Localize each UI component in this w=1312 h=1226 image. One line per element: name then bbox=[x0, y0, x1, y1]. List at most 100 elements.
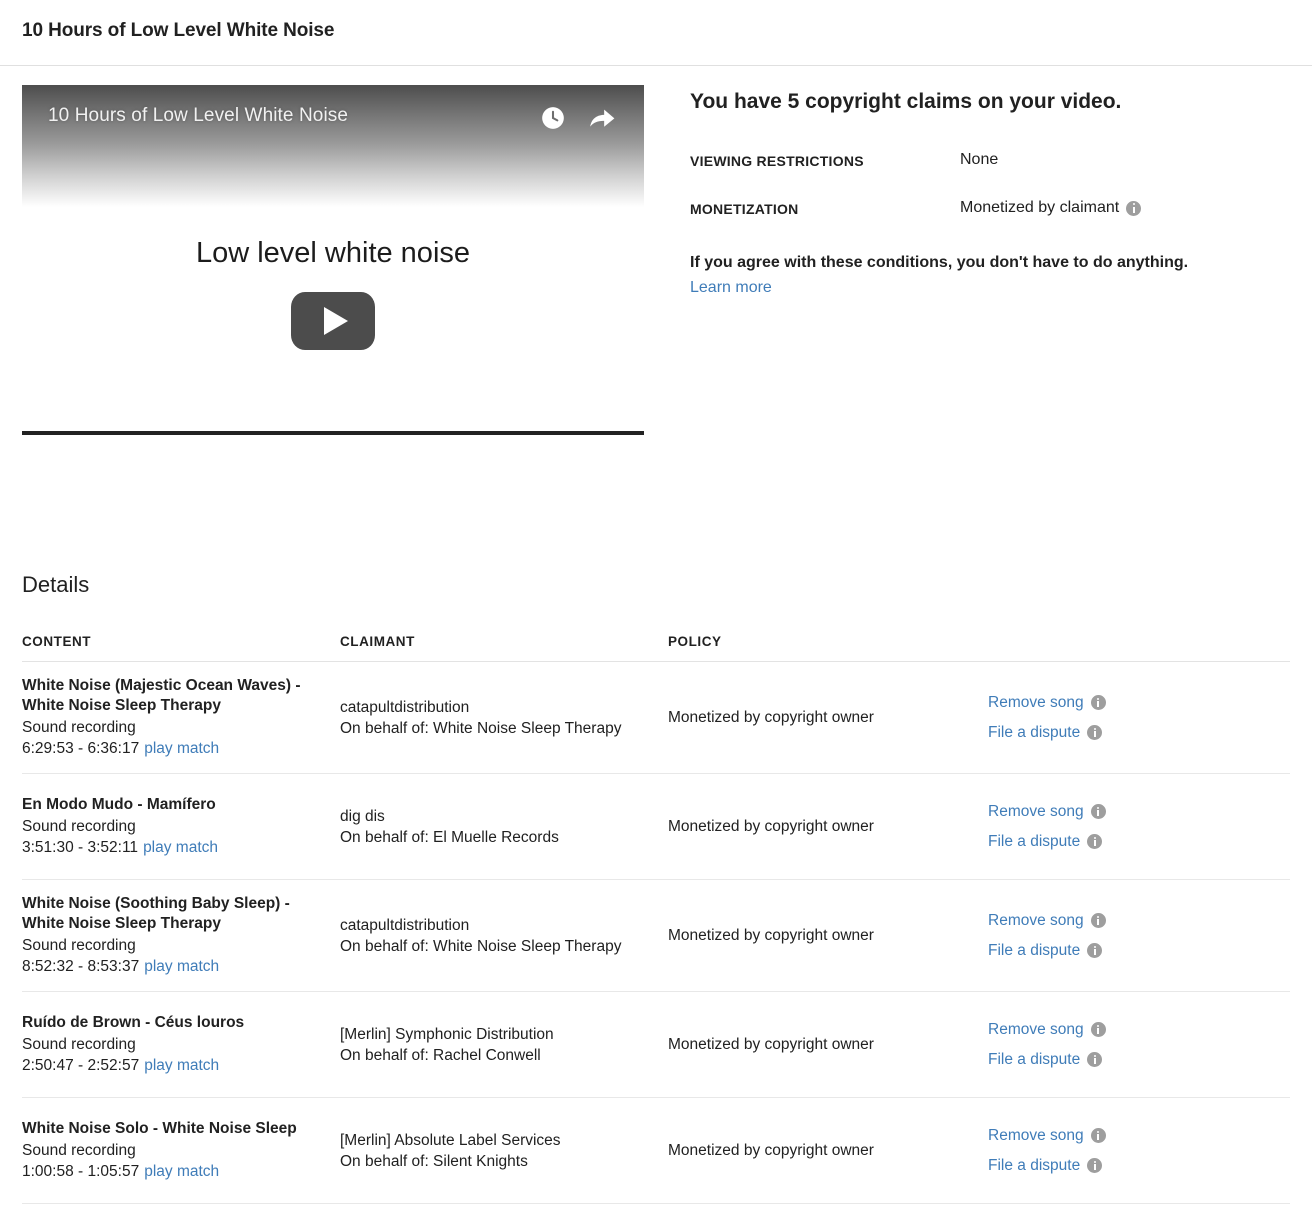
play-match-link[interactable]: play match bbox=[144, 958, 219, 975]
remove-song-link[interactable]: Remove song bbox=[988, 797, 1290, 827]
remove-song-link[interactable]: Remove song bbox=[988, 1015, 1290, 1045]
content-type: Sound recording bbox=[22, 935, 328, 956]
file-dispute-link[interactable]: File a dispute bbox=[988, 936, 1290, 966]
video-player[interactable]: 10 Hours of Low Level White Noise bbox=[22, 85, 644, 435]
file-dispute-link[interactable]: File a dispute bbox=[988, 1151, 1290, 1181]
info-icon[interactable] bbox=[1091, 913, 1106, 928]
play-match-link[interactable]: play match bbox=[143, 839, 218, 856]
file-dispute-link[interactable]: File a dispute bbox=[988, 827, 1290, 857]
play-triangle bbox=[324, 307, 348, 335]
claimant-behalf: On behalf of: Silent Knights bbox=[340, 1151, 656, 1172]
content-title: White Noise (Majestic Ocean Waves) - Whi… bbox=[22, 676, 328, 716]
file-dispute-label: File a dispute bbox=[988, 1045, 1080, 1075]
viewing-restrictions-label: VIEWING RESTRICTIONS bbox=[690, 151, 960, 169]
content-timecode: 8:52:32 - 8:53:37 bbox=[22, 958, 139, 975]
play-match-link[interactable]: play match bbox=[144, 1057, 219, 1074]
claimant-name: catapultdistribution bbox=[340, 697, 656, 718]
learn-more-link[interactable]: Learn more bbox=[690, 279, 772, 297]
info-icon[interactable] bbox=[1091, 804, 1106, 819]
thumbnail-text: Low level white noise bbox=[22, 237, 644, 270]
info-icon[interactable] bbox=[1087, 1158, 1102, 1173]
share-icon[interactable] bbox=[588, 105, 616, 131]
info-icon[interactable] bbox=[1087, 725, 1102, 740]
file-dispute-label: File a dispute bbox=[988, 936, 1080, 966]
file-dispute-link[interactable]: File a dispute bbox=[988, 718, 1290, 748]
monetization-label: MONETIZATION bbox=[690, 199, 960, 217]
claims-table: CONTENT CLAIMANT POLICY White Noise (Maj… bbox=[22, 634, 1290, 1204]
column-header-content: CONTENT bbox=[22, 634, 340, 649]
claimant-behalf: On behalf of: White Noise Sleep Therapy bbox=[340, 936, 656, 957]
row-claimant-cell: dig dis On behalf of: El Muelle Records bbox=[340, 806, 668, 848]
claimant-name: catapultdistribution bbox=[340, 915, 656, 936]
content-type: Sound recording bbox=[22, 1140, 328, 1161]
top-section: 10 Hours of Low Level White Noise bbox=[0, 66, 1312, 435]
remove-song-link[interactable]: Remove song bbox=[988, 906, 1290, 936]
remove-song-label: Remove song bbox=[988, 1121, 1084, 1151]
policy-text: Monetized by copyright owner bbox=[668, 1034, 976, 1055]
content-timecode-line: 3:51:30 - 3:52:11play match bbox=[22, 837, 328, 858]
row-actions-cell: Remove song File a dispute bbox=[988, 1015, 1290, 1075]
info-icon[interactable] bbox=[1091, 695, 1106, 710]
info-icon[interactable] bbox=[1087, 834, 1102, 849]
row-policy-cell: Monetized by copyright owner bbox=[668, 816, 988, 837]
info-icon[interactable] bbox=[1091, 1128, 1106, 1143]
content-timecode-line: 1:00:58 - 1:05:57 play match bbox=[22, 1161, 328, 1182]
column-header-policy: POLICY bbox=[668, 634, 988, 649]
content-timecode: 1:00:58 - 1:05:57 bbox=[22, 1163, 139, 1180]
table-row: Ruído de Brown - Céus louros Sound recor… bbox=[22, 992, 1290, 1098]
policy-text: Monetized by copyright owner bbox=[668, 1140, 976, 1161]
row-actions-cell: Remove song File a dispute bbox=[988, 688, 1290, 748]
details-section: Details CONTENT CLAIMANT POLICY White No… bbox=[0, 572, 1312, 1204]
remove-song-link[interactable]: Remove song bbox=[988, 688, 1290, 718]
content-timecode-line: 6:29:53 - 6:36:17play match bbox=[22, 738, 328, 759]
table-header-row: CONTENT CLAIMANT POLICY bbox=[22, 634, 1290, 662]
content-timecode-line: 2:50:47 - 2:52:57 play match bbox=[22, 1055, 328, 1076]
play-match-link[interactable]: play match bbox=[144, 740, 219, 757]
file-dispute-link[interactable]: File a dispute bbox=[988, 1045, 1290, 1075]
monetization-row: MONETIZATION Monetized by claimant bbox=[690, 199, 1292, 217]
row-content-cell: White Noise (Majestic Ocean Waves) - Whi… bbox=[22, 676, 340, 759]
policy-text: Monetized by copyright owner bbox=[668, 707, 976, 728]
claims-summary-list: VIEWING RESTRICTIONS None MONETIZATION M… bbox=[690, 151, 1292, 217]
play-icon[interactable] bbox=[291, 292, 375, 350]
player-video-title: 10 Hours of Low Level White Noise bbox=[48, 105, 348, 127]
file-dispute-label: File a dispute bbox=[988, 718, 1080, 748]
player-progress-bar[interactable] bbox=[22, 431, 644, 435]
info-icon[interactable] bbox=[1091, 1022, 1106, 1037]
remove-song-label: Remove song bbox=[988, 688, 1084, 718]
row-claimant-cell: catapultdistribution On behalf of: White… bbox=[340, 697, 668, 739]
column-header-actions bbox=[988, 634, 1290, 649]
file-dispute-label: File a dispute bbox=[988, 1151, 1080, 1181]
table-row: White Noise (Soothing Baby Sleep) - Whit… bbox=[22, 880, 1290, 992]
info-icon[interactable] bbox=[1087, 943, 1102, 958]
content-timecode-line: 8:52:32 - 8:53:37 play match bbox=[22, 956, 328, 977]
claimant-behalf: On behalf of: White Noise Sleep Therapy bbox=[340, 718, 656, 739]
row-actions-cell: Remove song File a dispute bbox=[988, 797, 1290, 857]
player-gradient-overlay bbox=[22, 85, 644, 207]
content-title: White Noise (Soothing Baby Sleep) - Whit… bbox=[22, 894, 328, 934]
row-actions-cell: Remove song File a dispute bbox=[988, 906, 1290, 966]
row-content-cell: White Noise (Soothing Baby Sleep) - Whit… bbox=[22, 894, 340, 977]
remove-song-label: Remove song bbox=[988, 1015, 1084, 1045]
row-claimant-cell: catapultdistribution On behalf of: White… bbox=[340, 915, 668, 957]
claimant-behalf: On behalf of: Rachel Conwell bbox=[340, 1045, 656, 1066]
table-row: En Modo Mudo - Mamífero Sound recording … bbox=[22, 774, 1290, 880]
viewing-restrictions-row: VIEWING RESTRICTIONS None bbox=[690, 151, 1292, 169]
clock-icon[interactable] bbox=[540, 105, 566, 131]
info-icon[interactable] bbox=[1126, 201, 1141, 216]
monetization-text: Monetized by claimant bbox=[960, 199, 1119, 217]
remove-song-link[interactable]: Remove song bbox=[988, 1121, 1290, 1151]
content-type: Sound recording bbox=[22, 816, 328, 837]
policy-text: Monetized by copyright owner bbox=[668, 925, 976, 946]
row-policy-cell: Monetized by copyright owner bbox=[668, 1034, 988, 1055]
info-icon[interactable] bbox=[1087, 1052, 1102, 1067]
table-row: White Noise Solo - White Noise Sleep Sou… bbox=[22, 1098, 1290, 1204]
play-match-link[interactable]: play match bbox=[144, 1163, 219, 1180]
table-row: White Noise (Majestic Ocean Waves) - Whi… bbox=[22, 662, 1290, 774]
row-content-cell: Ruído de Brown - Céus louros Sound recor… bbox=[22, 1013, 340, 1076]
content-type: Sound recording bbox=[22, 1034, 328, 1055]
viewing-restrictions-text: None bbox=[960, 151, 998, 169]
claimant-name: [Merlin] Absolute Label Services bbox=[340, 1130, 656, 1151]
claims-heading: You have 5 copyright claims on your vide… bbox=[690, 90, 1292, 114]
content-timecode: 2:50:47 - 2:52:57 bbox=[22, 1057, 139, 1074]
